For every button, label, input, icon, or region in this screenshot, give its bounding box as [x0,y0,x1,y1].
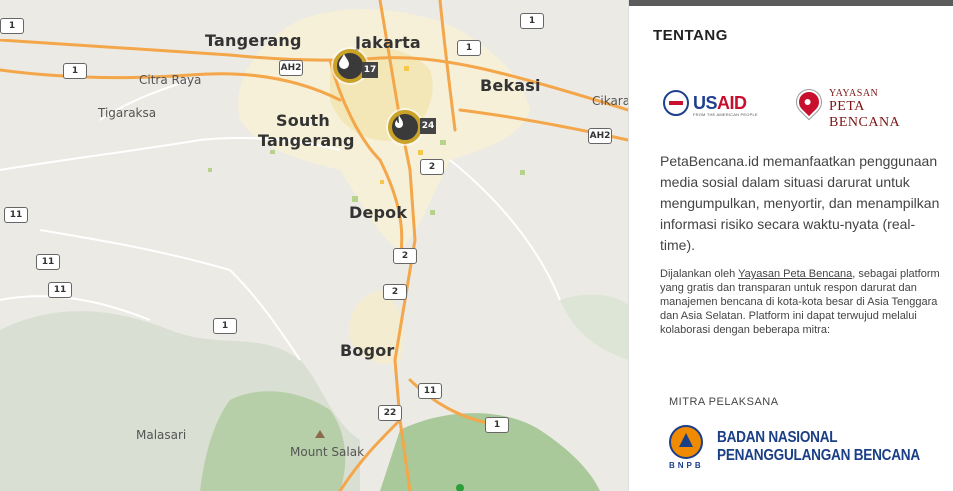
route-shield: 1 [63,63,87,79]
route-shield: 11 [4,207,28,223]
map-background [0,0,628,491]
route-shield: 1 [213,318,237,334]
bnpb-logo[interactable]: BNPB BADAN NASIONAL PENANGGULANGAN BENCA… [669,423,929,471]
yayasan-logo-line2: PETA BENCANA [829,99,901,130]
city-label-bekasi: Bekasi [480,76,541,95]
map-view[interactable]: Tangerang Jakarta Bekasi South Tangerang… [0,0,628,491]
city-label-tangerang-2: Tangerang [258,131,355,150]
partners-heading: MITRA PELAKSANA [669,396,779,408]
route-shield: 1 [485,417,509,433]
flood-drop-icon [339,54,349,69]
usaid-seal-icon [663,90,689,116]
route-shield: 1 [457,40,481,56]
mountain-icon [315,430,325,438]
route-shield: 2 [393,248,417,264]
town-label-malasari: Malasari [136,428,187,442]
fire-icon [395,115,403,128]
bnpb-name-line2: PENANGGULANGAN BENCANA [717,447,920,464]
route-shield: AH2 [588,128,612,144]
route-shield: 2 [383,284,407,300]
route-shield: 1 [0,18,24,34]
city-label-jakarta: Jakarta [355,33,421,52]
route-shield: 11 [48,282,72,298]
route-shield: AH2 [279,60,303,76]
yayasan-link[interactable]: Yayasan Peta Bencana [738,268,852,280]
city-label-tangerang: Tangerang [205,31,302,50]
town-label-citra-raya: Citra Raya [139,73,202,87]
town-label-cikara: Cikara [592,94,628,108]
city-label-south: South [276,111,330,130]
usaid-logo[interactable]: USAID FROM THE AMERICAN PEOPLE [663,85,759,121]
yayasan-peta-bencana-logo[interactable]: YAYASAN PETA BENCANA [792,85,937,130]
bnpb-name-line1: BADAN NASIONAL [717,429,838,446]
bnpb-acronym: BNPB [669,461,704,470]
map-pin-icon [792,85,826,119]
about-panel: TENTANG USAID FROM THE AMERICAN PEOPLE Y… [628,0,953,491]
usaid-logo-us: US [693,92,718,113]
fire-report-marker[interactable] [388,110,422,144]
about-details: Dijalankan oleh Yayasan Peta Bencana, se… [660,267,952,337]
panel-top-bar [629,0,953,6]
marker-count-badge: 17 [362,62,378,78]
marker-count-badge: 24 [420,118,436,134]
town-label-mount-salak: Mount Salak [290,445,365,459]
route-shield: 2 [420,159,444,175]
yayasan-logo-line1: YAYASAN [829,88,879,99]
about-details-prefix: Dijalankan oleh [660,268,739,280]
route-shield: 1 [520,13,544,29]
route-shield: 11 [36,254,60,270]
route-shield: 22 [378,405,402,421]
usaid-logo-aid: AID [717,92,747,113]
city-label-depok: Depok [349,203,408,222]
bnpb-emblem-icon [669,425,703,459]
city-label-bogor: Bogor [340,341,395,360]
usaid-tagline: FROM THE AMERICAN PEOPLE [693,112,758,117]
town-label-tigaraksa: Tigaraksa [98,106,157,120]
panel-title: TENTANG [653,27,728,44]
route-shield: 11 [418,383,442,399]
about-description: PetaBencana.id memanfaatkan penggunaan m… [660,153,940,253]
